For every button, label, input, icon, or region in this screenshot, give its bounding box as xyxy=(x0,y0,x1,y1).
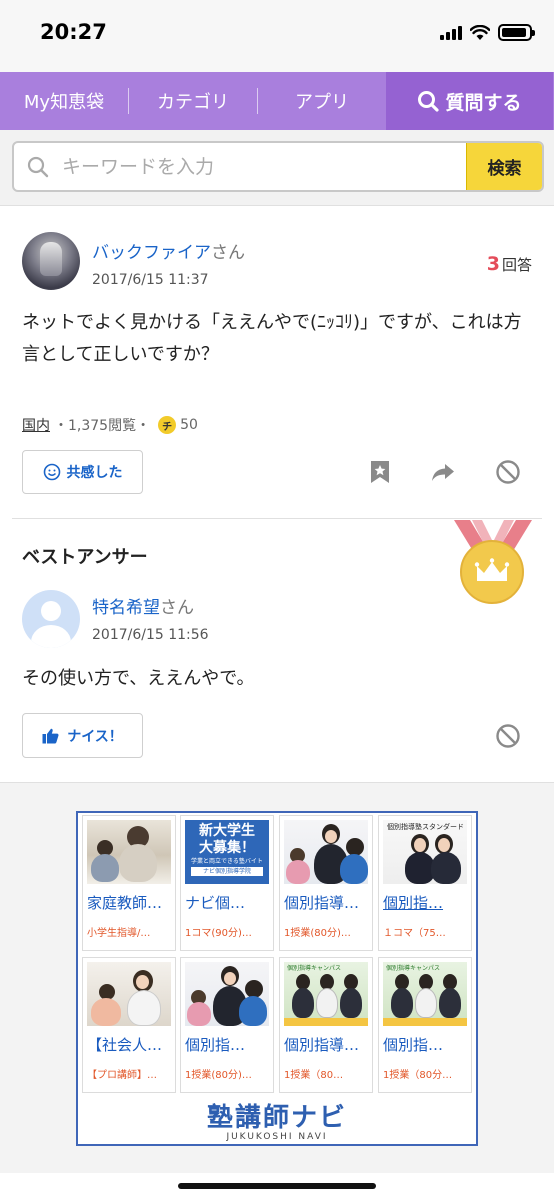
share-icon[interactable] xyxy=(430,459,456,485)
answer-count-label: 回答 xyxy=(501,256,532,274)
honorific: さん xyxy=(211,243,245,263)
status-time: 20:27 xyxy=(40,20,107,44)
ad-tile-image: 新大学生 大募集！ 学業と両立できる塾バイト ナビ個別指導学院 xyxy=(185,820,269,884)
nav-category[interactable]: カテゴリ xyxy=(129,72,257,130)
ad-tile-subtitle: １コマ（75… xyxy=(383,928,446,939)
ad-image-caption: 学業と両立できる塾バイト xyxy=(191,858,263,865)
ad-tile-image xyxy=(87,820,171,884)
answerer-name[interactable]: 特名希望さん xyxy=(92,593,194,618)
question-text: ネットでよく見かける「ええんやで(ﾆｯｺﾘ)」ですが、これは方言として正しいです… xyxy=(22,312,522,365)
view-count: ・1,375閲覧・ xyxy=(54,418,151,434)
search-box: 検索 xyxy=(12,141,544,192)
search-bar: 検索 xyxy=(0,130,554,206)
search-icon xyxy=(27,156,49,178)
answer-count[interactable]: 3 回答 xyxy=(487,253,532,275)
ad-tile[interactable]: 個別指導塾スタンダード 個別指… １コマ（75… xyxy=(378,815,472,951)
search-input[interactable] xyxy=(62,143,462,190)
ad-tile-image: 個別指導キャンパス xyxy=(284,962,368,1026)
ad-tile-image xyxy=(185,962,269,1026)
ad-image-caption: 個別指導キャンパス xyxy=(287,965,342,972)
status-icons xyxy=(440,24,535,41)
ad-tile-title[interactable]: 個別指導… xyxy=(284,1034,370,1055)
block-icon[interactable] xyxy=(495,459,521,485)
ad-logo[interactable]: 塾講師ナビ JUKUKOSHI NAVI xyxy=(78,1097,476,1142)
answer-date: 2017/6/15 11:56 xyxy=(92,627,209,643)
top-nav: My知恵袋 カテゴリ アプリ 質問する xyxy=(0,72,554,130)
block-icon[interactable] xyxy=(495,723,521,749)
ad-tile-image xyxy=(284,820,368,884)
thumbs-up-icon xyxy=(42,728,59,743)
answerer-avatar[interactable] xyxy=(22,590,80,648)
ad-tile-subtitle: 小学生指導/… xyxy=(87,928,151,939)
search-icon xyxy=(418,91,440,112)
nav-app[interactable]: アプリ xyxy=(258,72,386,130)
nice-button[interactable]: ナイス！ xyxy=(22,713,143,758)
coin-icon: チ xyxy=(158,416,177,434)
ad-tile-title[interactable]: 個別指… xyxy=(185,1034,271,1055)
ad-tile-title[interactable]: 個別指導… xyxy=(284,892,370,913)
ad-tile[interactable]: 個別指導… 1授業(80分)… xyxy=(279,815,373,951)
ad-image-caption: 個別指導塾スタンダード xyxy=(387,823,464,831)
ad-tile-subtitle: 1コマ(90分)… xyxy=(185,928,252,939)
ad-image-headline: 大募集！ xyxy=(199,840,255,856)
ad-tile-subtitle: 1授業（80分… xyxy=(383,1070,453,1081)
bookmark-icon[interactable] xyxy=(367,459,393,485)
ad-tile-subtitle: 1授業(80分)… xyxy=(284,928,351,939)
ad-image-caption: 個別指導キャンパス xyxy=(386,965,441,972)
ad-tile-title[interactable]: 【社会人… xyxy=(87,1034,173,1055)
ad-banner[interactable]: 家庭教師… 小学生指導/… 新大学生 大募集！ 学業と両立できる塾バイト ナビ個… xyxy=(76,811,478,1146)
search-button[interactable]: 検索 xyxy=(466,143,542,190)
ad-tile-image: 個別指導塾スタンダード xyxy=(383,820,467,884)
ad-tile-image: 個別指導キャンパス xyxy=(383,962,467,1026)
wifi-icon xyxy=(470,24,490,40)
empathy-button[interactable]: 共感した xyxy=(22,450,143,494)
status-bar: 20:27 xyxy=(0,0,554,72)
answer-text: その使い方で、ええんやで。 xyxy=(22,668,255,689)
cellular-signal-icon xyxy=(440,25,462,40)
ad-tile-title[interactable]: ナビ個… xyxy=(185,892,271,913)
ad-image-caption: ナビ個別指導学院 xyxy=(191,867,263,876)
ad-tile-subtitle: 【プロ講師】… xyxy=(87,1070,157,1081)
honorific: さん xyxy=(160,598,194,618)
nav-my-chiebukuro[interactable]: My知恵袋 xyxy=(0,72,128,130)
best-answer-title: ベストアンサー xyxy=(22,547,148,568)
questioner-name[interactable]: バックファイアさん xyxy=(92,238,245,263)
question-meta: 国内 ・1,375閲覧・ チ 50 xyxy=(22,415,198,435)
ad-tile[interactable]: 新大学生 大募集！ 学業と両立できる塾バイト ナビ個別指導学院 ナビ個… 1コマ… xyxy=(180,815,274,951)
questioner-avatar[interactable] xyxy=(22,232,80,290)
ad-tile[interactable]: 家庭教師… 小学生指導/… xyxy=(82,815,176,951)
gold-medal-icon xyxy=(454,520,532,604)
category-link[interactable]: 国内 xyxy=(22,415,50,435)
ask-question-label: 質問する xyxy=(445,91,522,114)
ad-tile[interactable]: 【社会人… 【プロ講師】… xyxy=(82,957,176,1093)
ad-tile[interactable]: 個別指導キャンパス 個別指… 1授業（80分… xyxy=(378,957,472,1093)
ad-image-headline: 新大学生 xyxy=(199,823,255,839)
ad-tile-image xyxy=(87,962,171,1026)
empathy-label: 共感した xyxy=(66,465,123,481)
ad-tile[interactable]: 個別指… 1授業(80分)… xyxy=(180,957,274,1093)
questioner-name-text[interactable]: バックファイア xyxy=(92,243,211,263)
smile-icon xyxy=(43,463,60,481)
home-indicator xyxy=(178,1183,376,1189)
answer-count-number: 3 xyxy=(486,253,500,275)
ad-tile-subtitle: 1授業(80分)… xyxy=(185,1070,252,1081)
ad-tile-title[interactable]: 個別指… xyxy=(383,1034,469,1055)
battery-icon xyxy=(498,24,535,41)
ask-question-button[interactable]: 質問する xyxy=(386,72,553,130)
ad-tile-title[interactable]: 家庭教師… xyxy=(87,892,173,913)
ad-tile-subtitle: 1授業（80… xyxy=(284,1070,344,1081)
answerer-name-text[interactable]: 特名希望 xyxy=(92,598,160,618)
coin-count: 50 xyxy=(180,417,198,433)
ad-logo-text: 塾講師ナビ xyxy=(206,1103,347,1133)
ad-tile-title[interactable]: 個別指… xyxy=(383,892,469,913)
question-date: 2017/6/15 11:37 xyxy=(92,272,209,288)
ad-logo-subtext: JUKUKOSHI NAVI xyxy=(226,1132,328,1142)
ad-tile[interactable]: 個別指導キャンパス 個別指導… 1授業（80… xyxy=(279,957,373,1093)
nice-label: ナイス！ xyxy=(67,728,123,745)
